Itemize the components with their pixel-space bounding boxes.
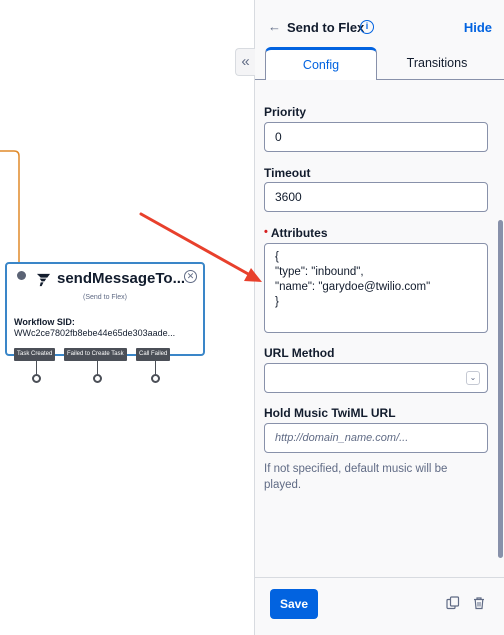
transition-task-created[interactable]: Task Created bbox=[14, 348, 56, 361]
send-to-flex-widget[interactable]: sendMessageTo... ✕ (Send to Flex) Workfl… bbox=[5, 262, 205, 356]
port-stem bbox=[155, 361, 156, 375]
output-port-task-created[interactable] bbox=[32, 374, 41, 383]
hold-music-help-text: If not specified, default music will be … bbox=[264, 463, 448, 491]
input-port[interactable] bbox=[17, 271, 26, 280]
info-icon[interactable]: i bbox=[360, 20, 374, 34]
panel-scrollbar[interactable] bbox=[498, 220, 503, 558]
output-port-failed-to-create-task[interactable] bbox=[93, 374, 102, 383]
flex-logo-icon bbox=[36, 273, 51, 287]
transition-call-failed[interactable]: Call Failed bbox=[136, 348, 171, 361]
priority-input[interactable]: 0 bbox=[264, 122, 488, 152]
hide-button[interactable]: Hide bbox=[464, 20, 492, 35]
widget-subtitle: (Send to Flex) bbox=[83, 294, 127, 301]
attributes-label: • Attributes bbox=[264, 226, 328, 240]
close-icon[interactable]: ✕ bbox=[184, 270, 197, 283]
hold-music-url-input[interactable]: http://domain_name.com/... bbox=[264, 423, 488, 453]
hold-music-label: Hold Music TwiML URL bbox=[264, 406, 396, 420]
workflow-sid-label: Workflow SID: bbox=[14, 317, 75, 327]
chevron-down-icon: ⌄ bbox=[466, 371, 480, 385]
timeout-input[interactable]: 3600 bbox=[264, 182, 488, 212]
workflow-sid-value: WWc2ce7802fb8ebe44e65de303aade... bbox=[14, 328, 176, 338]
widget-config-panel: ← Send to Flex i Hide Config Transitions… bbox=[254, 0, 504, 635]
save-button[interactable]: Save bbox=[270, 589, 318, 619]
tab-transitions[interactable]: Transitions bbox=[377, 47, 497, 80]
back-arrow-icon[interactable]: ← bbox=[268, 19, 281, 34]
collapse-panel-icon[interactable]: « bbox=[235, 48, 255, 76]
priority-label: Priority bbox=[264, 105, 307, 119]
url-method-label: URL Method bbox=[264, 346, 335, 360]
timeout-label: Timeout bbox=[264, 166, 311, 180]
attributes-textarea[interactable]: { "type": "inbound", "name": "garydoe@tw… bbox=[264, 243, 488, 333]
duplicate-icon[interactable] bbox=[446, 596, 460, 610]
panel-footer: Save bbox=[255, 577, 504, 635]
output-port-call-failed[interactable] bbox=[151, 374, 160, 383]
transition-failed-to-create-task[interactable]: Failed to Create Task bbox=[64, 348, 127, 361]
flow-canvas[interactable]: sendMessageTo... ✕ (Send to Flex) Workfl… bbox=[0, 0, 254, 635]
delete-icon[interactable] bbox=[472, 596, 486, 610]
port-stem bbox=[36, 361, 37, 375]
tab-config[interactable]: Config bbox=[265, 47, 377, 80]
required-marker: • bbox=[264, 226, 268, 238]
attributes-label-text: Attributes bbox=[270, 226, 328, 240]
url-method-select[interactable]: ⌄ bbox=[264, 363, 488, 393]
panel-title: Send to Flex bbox=[287, 20, 365, 35]
port-stem bbox=[97, 361, 98, 375]
widget-title: sendMessageTo... bbox=[57, 270, 186, 287]
